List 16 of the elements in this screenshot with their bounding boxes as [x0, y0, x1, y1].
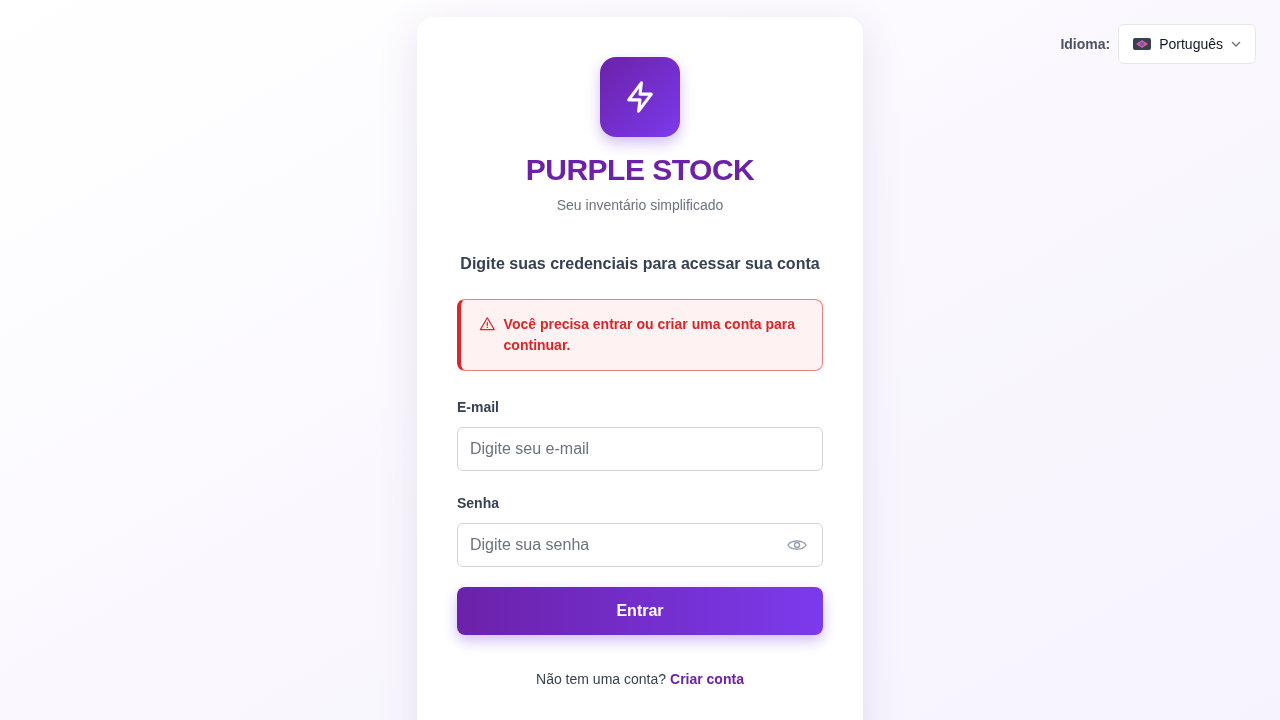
password-field[interactable]: Digite sua senha [457, 523, 823, 567]
field-label: E-mail [457, 399, 500, 415]
language-select[interactable]: Português [1118, 24, 1256, 64]
flag-icon [1133, 38, 1152, 50]
login-button[interactable]: Entrar [457, 587, 823, 635]
chevron-down-icon [1231, 41, 1241, 47]
signup-prompt: Não tem uma conta? [536, 671, 666, 687]
alert-message: Você precisa entrar ou criar uma conta para continuar. [503, 315, 797, 355]
create-account-link[interactable]: Criar conta [670, 671, 744, 687]
eye-icon[interactable] [787, 538, 807, 552]
field-label: Senha [457, 495, 500, 511]
email-field[interactable]: Digite seu e-mail [457, 427, 823, 471]
brand-name: PURPLE STOCK [525, 153, 755, 187]
tagline: Seu inventário simplificado [556, 197, 724, 213]
language-label: Idioma: [1060, 36, 1111, 52]
instruction-text: Digite suas credenciais para acessar sua conta [460, 255, 820, 273]
